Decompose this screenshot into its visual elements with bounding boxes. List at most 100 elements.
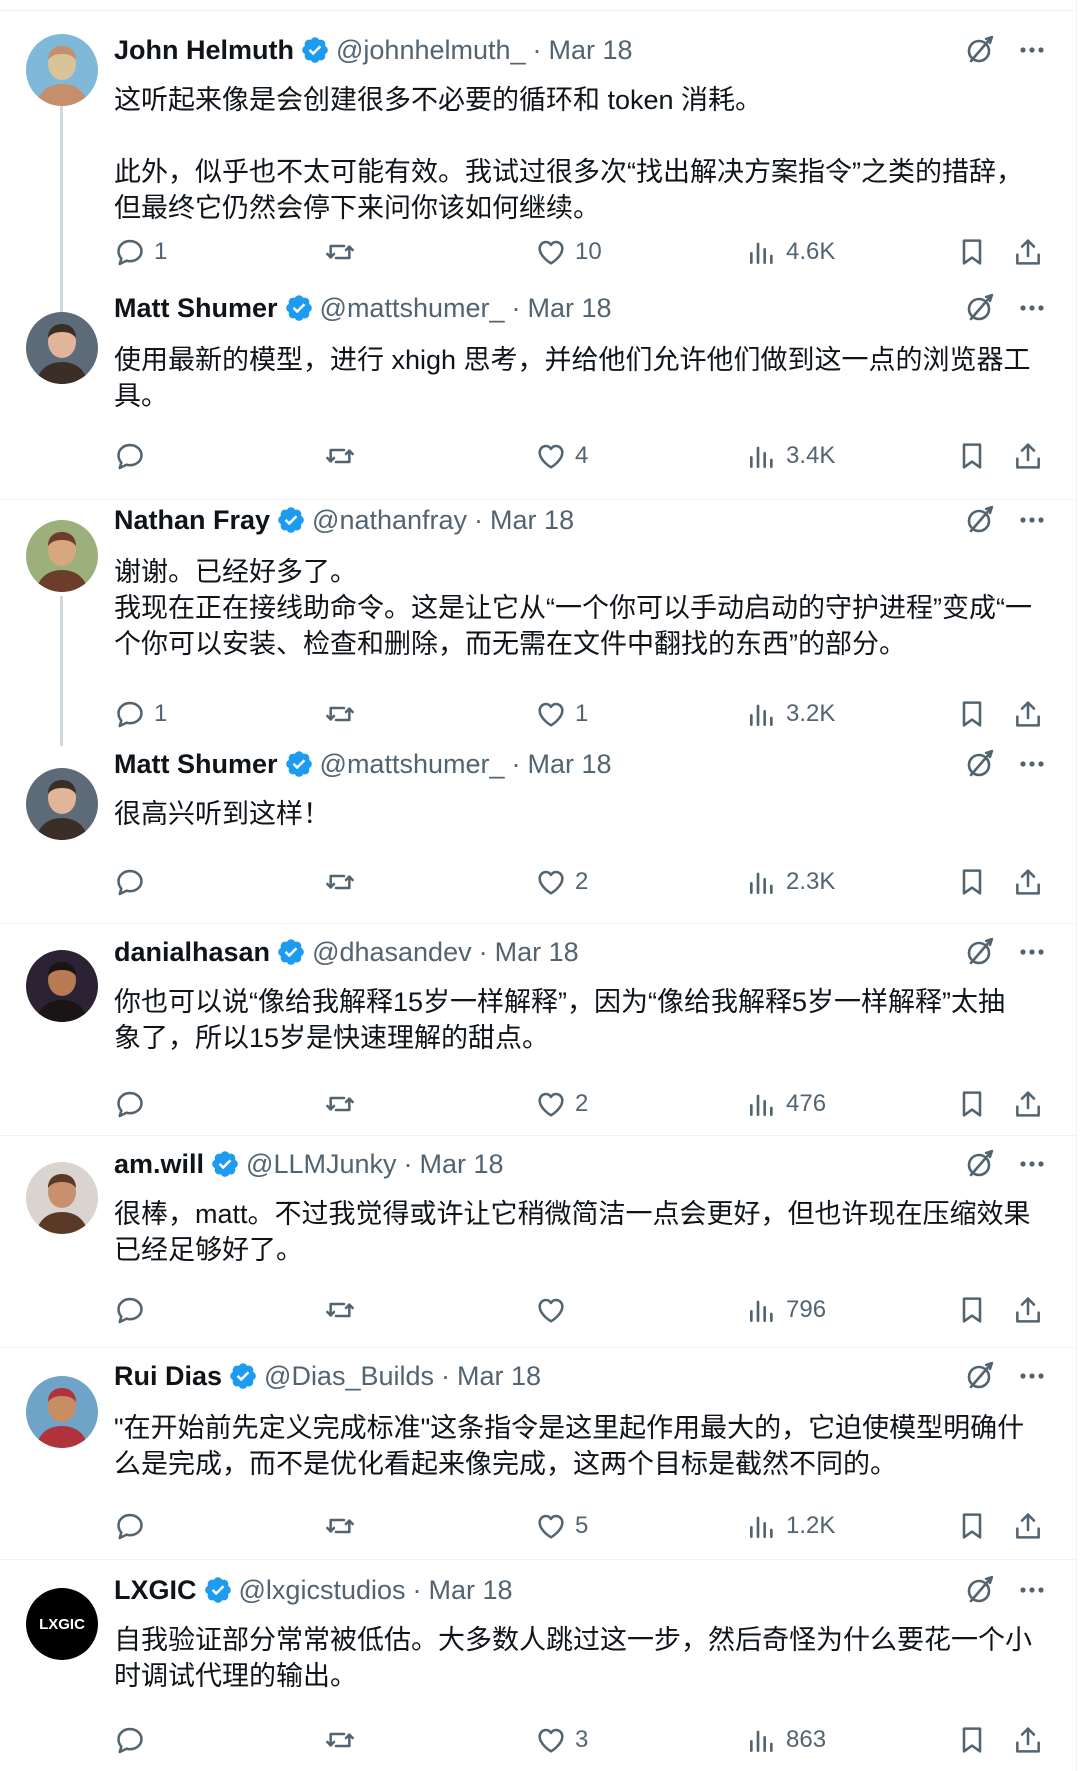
reply-button[interactable]: [114, 1290, 146, 1330]
repost-button[interactable]: [324, 1506, 356, 1546]
more-options-icon[interactable]: [1014, 934, 1050, 970]
repost-button[interactable]: [324, 694, 356, 734]
grok-icon[interactable]: [962, 290, 998, 326]
avatar[interactable]: [26, 520, 98, 592]
tweet[interactable]: Rui Dias @Dias_Builds · Mar 18 "在开始前先定义完成标准"…: [0, 1348, 1076, 1560]
author-name[interactable]: Rui Dias: [114, 1361, 222, 1392]
author-handle[interactable]: @mattshumer_: [320, 749, 505, 780]
bookmark-button[interactable]: [956, 436, 988, 476]
share-button[interactable]: [1012, 436, 1044, 476]
author-name[interactable]: John Helmuth: [114, 35, 294, 66]
tweet[interactable]: Matt Shumer @mattshumer_ · Mar 18 使用最新的模型，进行…: [0, 292, 1076, 500]
bookmark-button[interactable]: [956, 1290, 988, 1330]
avatar[interactable]: [26, 34, 98, 106]
like-button[interactable]: [535, 1290, 567, 1330]
more-options-icon[interactable]: [1014, 32, 1050, 68]
author-handle[interactable]: @nathanfray: [312, 505, 467, 536]
bookmark-button[interactable]: [956, 1720, 988, 1760]
grok-icon[interactable]: [962, 1572, 998, 1608]
tweet[interactable]: Matt Shumer @mattshumer_ · Mar 18 很高兴听到这样！ 2 2…: [0, 746, 1076, 924]
views-button[interactable]: 2.3K: [746, 862, 835, 902]
avatar[interactable]: [26, 1162, 98, 1234]
tweet[interactable]: Nathan Fray @nathanfray · Mar 18 谢谢。已经好多了。 我…: [0, 500, 1076, 746]
more-options-icon[interactable]: [1014, 290, 1050, 326]
reply-button[interactable]: [114, 436, 146, 476]
grok-icon[interactable]: [962, 1358, 998, 1394]
share-button[interactable]: [1012, 232, 1044, 272]
author-name[interactable]: am.will: [114, 1149, 204, 1180]
share-button[interactable]: [1012, 1506, 1044, 1546]
like-button[interactable]: 5: [535, 1506, 588, 1546]
avatar[interactable]: [26, 312, 98, 384]
more-options-icon[interactable]: [1014, 1572, 1050, 1608]
repost-button[interactable]: [324, 1084, 356, 1124]
tweet-date[interactable]: Mar 18: [528, 293, 612, 324]
author-handle[interactable]: @lxgicstudios: [239, 1575, 406, 1606]
repost-button[interactable]: [324, 436, 356, 476]
like-button[interactable]: 2: [535, 1084, 588, 1124]
reply-button[interactable]: 1: [114, 232, 167, 272]
views-button[interactable]: 476: [746, 1084, 826, 1124]
repost-button[interactable]: [324, 1720, 356, 1760]
repost-button[interactable]: [324, 1290, 356, 1330]
tweet-date[interactable]: Mar 18: [429, 1575, 513, 1606]
grok-icon[interactable]: [962, 746, 998, 782]
author-name[interactable]: danialhasan: [114, 937, 270, 968]
tweet[interactable]: John Helmuth @johnhelmuth_ · Mar 18 这听起来像是会创…: [0, 20, 1076, 312]
views-button[interactable]: 3.2K: [746, 694, 835, 734]
author-handle[interactable]: @LLMJunky: [246, 1149, 396, 1180]
views-button[interactable]: 3.4K: [746, 436, 835, 476]
views-button[interactable]: 796: [746, 1290, 826, 1330]
avatar[interactable]: [26, 950, 98, 1022]
more-options-icon[interactable]: [1014, 1358, 1050, 1394]
author-handle[interactable]: @mattshumer_: [320, 293, 505, 324]
share-button[interactable]: [1012, 694, 1044, 734]
author-handle[interactable]: @dhasandev: [312, 937, 472, 968]
repost-button[interactable]: [324, 232, 356, 272]
author-name[interactable]: Nathan Fray: [114, 505, 270, 536]
author-handle[interactable]: @johnhelmuth_: [336, 35, 526, 66]
reply-button[interactable]: [114, 1720, 146, 1760]
like-button[interactable]: 1: [535, 694, 588, 734]
tweet[interactable]: am.will @LLMJunky · Mar 18 很棒，matt。不过我觉得或许让它…: [0, 1136, 1076, 1348]
author-name[interactable]: Matt Shumer: [114, 749, 278, 780]
bookmark-button[interactable]: [956, 1084, 988, 1124]
avatar[interactable]: [26, 1376, 98, 1448]
views-button[interactable]: 1.2K: [746, 1506, 835, 1546]
more-options-icon[interactable]: [1014, 746, 1050, 782]
like-button[interactable]: 4: [535, 436, 588, 476]
like-button[interactable]: 10: [535, 232, 602, 272]
reply-button[interactable]: [114, 862, 146, 902]
tweet-date[interactable]: Mar 18: [420, 1149, 504, 1180]
repost-button[interactable]: [324, 862, 356, 902]
tweet-date[interactable]: Mar 18: [457, 1361, 541, 1392]
views-button[interactable]: 863: [746, 1720, 826, 1760]
tweet[interactable]: LXGIC LXGIC @lxgicstudios · Mar 18 自我验证部分常常被低…: [0, 1560, 1076, 1771]
reply-button[interactable]: [114, 1084, 146, 1124]
bookmark-button[interactable]: [956, 1506, 988, 1546]
grok-icon[interactable]: [962, 502, 998, 538]
grok-icon[interactable]: [962, 934, 998, 970]
share-button[interactable]: [1012, 1720, 1044, 1760]
bookmark-button[interactable]: [956, 232, 988, 272]
author-name[interactable]: LXGIC: [114, 1575, 197, 1606]
avatar[interactable]: [26, 768, 98, 840]
tweet-date[interactable]: Mar 18: [495, 937, 579, 968]
author-name[interactable]: Matt Shumer: [114, 293, 278, 324]
like-button[interactable]: 3: [535, 1720, 588, 1760]
tweet[interactable]: danialhasan @dhasandev · Mar 18 你也可以说“像给我解释1…: [0, 924, 1076, 1136]
share-button[interactable]: [1012, 1290, 1044, 1330]
avatar[interactable]: LXGIC: [26, 1588, 98, 1660]
more-options-icon[interactable]: [1014, 1146, 1050, 1182]
tweet-date[interactable]: Mar 18: [490, 505, 574, 536]
more-options-icon[interactable]: [1014, 502, 1050, 538]
grok-icon[interactable]: [962, 32, 998, 68]
bookmark-button[interactable]: [956, 862, 988, 902]
author-handle[interactable]: @Dias_Builds: [264, 1361, 434, 1392]
reply-button[interactable]: 1: [114, 694, 167, 734]
views-button[interactable]: 4.6K: [746, 232, 835, 272]
share-button[interactable]: [1012, 1084, 1044, 1124]
share-button[interactable]: [1012, 862, 1044, 902]
tweet-date[interactable]: Mar 18: [528, 749, 612, 780]
tweet-date[interactable]: Mar 18: [549, 35, 633, 66]
